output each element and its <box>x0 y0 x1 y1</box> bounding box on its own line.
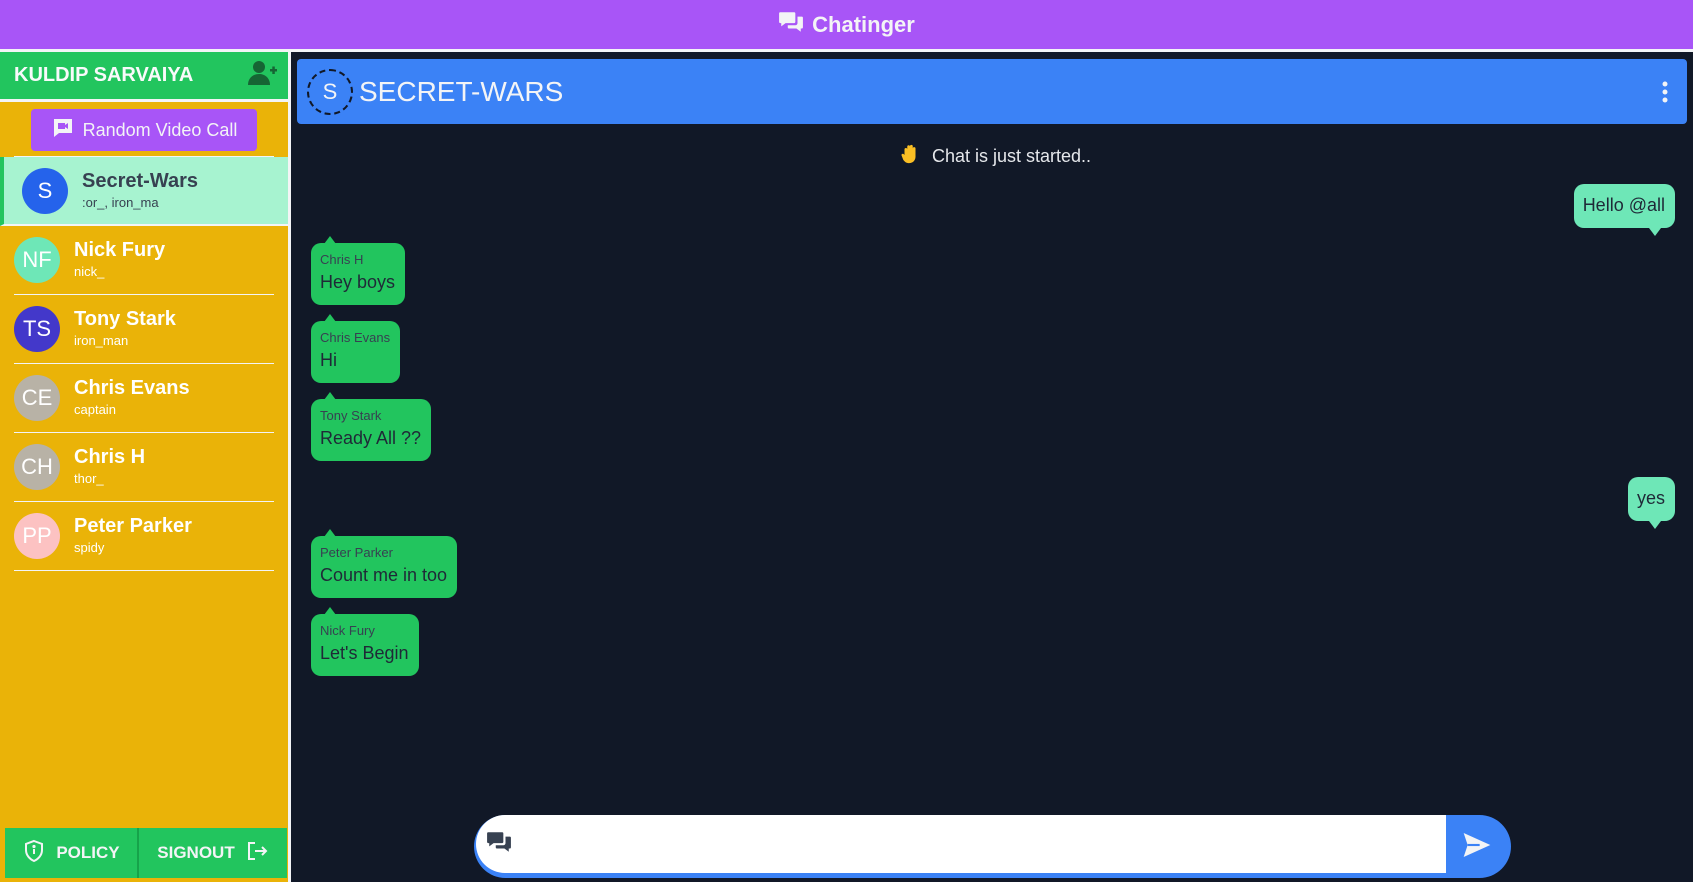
message-sender: Peter Parker <box>320 545 393 560</box>
avatar: TS <box>14 306 60 352</box>
sidebar-footer: POLICY SIGNOUT <box>5 828 287 878</box>
message-input[interactable] <box>520 833 1420 855</box>
chat-bubbles-icon <box>486 829 512 860</box>
send-icon[interactable] <box>1461 829 1493 861</box>
system-message-text: Chat is just started.. <box>931 146 1092 166</box>
chat-header: S SECRET-WARS <box>297 59 1687 124</box>
user-plus-icon[interactable] <box>248 60 278 91</box>
message-text: yes <box>1636 488 1665 508</box>
message-bubble-incoming: Peter Parker Count me in too <box>311 529 458 598</box>
avatar: PP <box>14 513 60 559</box>
contact-name: Secret-Wars <box>82 169 198 192</box>
contact-username: spidy <box>74 540 105 555</box>
message-text: Count me in too <box>320 565 448 585</box>
contact-username: thor_ <box>74 471 104 486</box>
contact-item-chris-evans[interactable]: CE Chris Evans captain <box>14 364 274 433</box>
message-text: Hello @all <box>1582 195 1665 215</box>
policy-label: POLICY <box>56 843 120 862</box>
message-text: Let's Begin <box>320 643 409 663</box>
sidebar: KULDIP SARVAIYA Random Video Call S Secr… <box>0 52 291 882</box>
message-sender: Tony Stark <box>320 408 382 423</box>
message-text: Hey boys <box>320 272 396 292</box>
video-chat-icon <box>51 117 75 144</box>
chat-bubbles-icon <box>778 9 804 41</box>
contact-username: :or_, iron_ma <box>82 194 159 210</box>
contact-item-tony-stark[interactable]: TS Tony Stark iron_man <box>14 295 274 364</box>
avatar: NF <box>14 237 60 283</box>
message-composer <box>474 815 1511 878</box>
contact-name: Nick Fury <box>74 239 166 261</box>
shield-icon <box>22 839 46 868</box>
contact-name: Chris Evans <box>74 377 190 399</box>
message-bubble-outgoing: yes <box>1627 477 1675 529</box>
message-bubble-incoming: Tony Stark Ready All ?? <box>311 392 432 461</box>
message-sender: Nick Fury <box>320 623 375 638</box>
contact-item-peter-parker[interactable]: PP Peter Parker spidy <box>14 502 274 571</box>
message-sender: Chris H <box>320 252 364 267</box>
message-bubble-incoming: Nick Fury Let's Begin <box>311 607 419 676</box>
message-bubble-incoming: Chris Evans Hi <box>311 314 401 383</box>
system-message: Chat is just started.. <box>0 143 1693 167</box>
avatar: CH <box>14 444 60 490</box>
contact-list: S Secret-Wars :or_, iron_ma NF Nick Fury… <box>0 157 288 571</box>
group-avatar: S <box>307 68 353 115</box>
contact-name: Tony Stark <box>74 308 176 330</box>
app-title: Chatinger <box>812 11 915 37</box>
signout-label: SIGNOUT <box>157 843 235 862</box>
contact-username: iron_man <box>74 333 129 348</box>
current-user-name: KULDIP SARVAIYA <box>14 64 194 86</box>
logout-icon <box>245 839 269 868</box>
message-text: Ready All ?? <box>320 428 422 448</box>
contact-item-nick-fury[interactable]: NF Nick Fury nick_ <box>14 226 274 295</box>
policy-button[interactable]: POLICY <box>5 828 139 878</box>
raised-hand-icon <box>899 143 921 165</box>
random-video-call-label: Random Video Call <box>82 119 238 140</box>
contact-username: captain <box>74 402 116 417</box>
group-name: SECRET-WARS <box>359 75 564 107</box>
avatar: CE <box>14 375 60 421</box>
message-sender: Chris Evans <box>320 330 391 345</box>
contact-item-secret-wars[interactable]: S Secret-Wars :or_, iron_ma <box>0 157 288 226</box>
more-options-icon[interactable] <box>1653 77 1677 107</box>
signout-button[interactable]: SIGNOUT <box>139 828 287 878</box>
contact-username: nick_ <box>74 264 105 279</box>
avatar: S <box>22 167 68 214</box>
message-field-wrap <box>476 815 1446 873</box>
app-topbar: Chatinger <box>0 0 1693 52</box>
sidebar-header: KULDIP SARVAIYA <box>0 52 288 102</box>
message-text: Hi <box>320 350 337 370</box>
message-bubble-outgoing: Hello @all <box>1573 184 1675 236</box>
contact-item-chris-h[interactable]: CH Chris H thor_ <box>14 433 274 502</box>
message-bubble-incoming: Chris H Hey boys <box>311 236 406 305</box>
contact-name: Peter Parker <box>74 515 192 537</box>
contact-name: Chris H <box>74 446 146 468</box>
app-brand: Chatinger <box>778 9 915 41</box>
